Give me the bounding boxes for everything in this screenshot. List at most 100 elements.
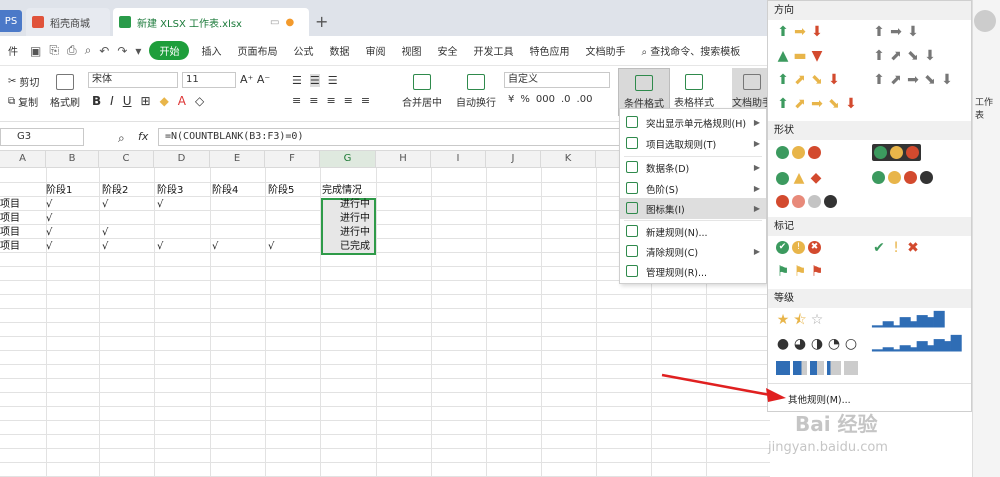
dropdown-icon[interactable]: ▾ bbox=[131, 44, 145, 58]
col-header-b[interactable]: B bbox=[46, 151, 99, 168]
increase-decimal-icon[interactable]: .0 bbox=[561, 94, 571, 105]
menu-new-rule[interactable]: 新建规则(N)... bbox=[620, 221, 766, 242]
cell-d6[interactable]: √ bbox=[157, 239, 163, 254]
cell-c2[interactable]: 阶段2 bbox=[102, 183, 128, 198]
cell-g2[interactable]: 完成情况 bbox=[322, 183, 362, 198]
cell-a4[interactable]: 项目 bbox=[0, 211, 20, 226]
cell-g4[interactable]: 进行中 bbox=[340, 211, 370, 226]
border-icon[interactable]: ⊞ bbox=[141, 94, 151, 108]
col-header-i[interactable]: I bbox=[431, 151, 486, 168]
cell-g5[interactable]: 进行中 bbox=[340, 225, 370, 240]
cell-b3[interactable]: √ bbox=[46, 197, 52, 212]
cell-g6[interactable]: 已完成 bbox=[340, 239, 370, 254]
copy-button[interactable]: ⧉ 复制 bbox=[8, 94, 38, 109]
iconset-3-arrows-gray[interactable]: ⬆ ➡ ⬇ bbox=[872, 25, 920, 39]
more-rules-link[interactable]: 其他规则(M)... bbox=[788, 392, 851, 406]
col-header-j[interactable]: J bbox=[486, 151, 541, 168]
font-family-select[interactable]: 宋体 bbox=[88, 72, 178, 88]
menu-insert[interactable]: 插入 bbox=[193, 43, 229, 58]
align-middle-icon[interactable]: ☰ bbox=[309, 74, 320, 87]
percent-button[interactable]: % bbox=[520, 94, 530, 105]
cut-button[interactable]: ✂ 剪切 bbox=[8, 74, 39, 89]
col-header-c[interactable]: C bbox=[99, 151, 154, 168]
export-icon[interactable]: ⎘ bbox=[45, 43, 63, 58]
menu-features[interactable]: 特色应用 bbox=[521, 43, 577, 58]
col-header-g[interactable]: G bbox=[320, 151, 376, 168]
format-painter-button[interactable]: 格式刷 bbox=[50, 74, 80, 109]
menu-data[interactable]: 数据 bbox=[321, 43, 357, 58]
align-top-icon[interactable]: ☰ bbox=[292, 74, 302, 87]
menu-manage-rules[interactable]: 管理规则(R)... bbox=[620, 261, 766, 282]
align-right-icon[interactable]: ≡ bbox=[326, 94, 335, 107]
iconset-5-ratings[interactable]: ▁▂ ▁▃ ▂▅ ▃▆ ▅█ bbox=[872, 337, 962, 351]
menu-developer[interactable]: 开发工具 bbox=[465, 43, 521, 58]
col-header-d[interactable]: D bbox=[154, 151, 210, 168]
distribute-icon[interactable]: ≡ bbox=[361, 94, 370, 107]
col-header-h[interactable]: H bbox=[376, 151, 431, 168]
iconset-5-quarters[interactable]: ● ◕ ◑ ◔ ○ bbox=[776, 337, 858, 351]
iconset-red-to-black[interactable] bbox=[776, 195, 837, 208]
new-tab-icon[interactable]: + bbox=[315, 12, 328, 31]
menu-security[interactable]: 安全 bbox=[429, 43, 465, 58]
fill-color-icon[interactable]: ◆ bbox=[160, 94, 169, 108]
iconset-4-arrows-colored[interactable]: ⬆ ⬈ ⬊ ⬇ bbox=[776, 73, 841, 87]
monitor-icon[interactable]: ▭ bbox=[270, 17, 279, 28]
merge-center-button[interactable]: 合并居中 bbox=[402, 74, 442, 109]
decrease-decimal-icon[interactable]: .00 bbox=[577, 94, 593, 105]
table-style-button[interactable]: 表格样式 bbox=[674, 74, 714, 109]
tab-daoke[interactable]: 稻壳商城 bbox=[26, 8, 110, 36]
cell-b4[interactable]: √ bbox=[46, 211, 52, 226]
cell-b6[interactable]: √ bbox=[46, 239, 52, 254]
zoom-icon[interactable]: ⌕ bbox=[118, 131, 125, 146]
iconset-4-arrows-gray[interactable]: ⬆ ⬈ ⬊ ⬇ bbox=[872, 49, 937, 63]
cell-f2[interactable]: 阶段5 bbox=[268, 183, 294, 198]
cell-e2[interactable]: 阶段4 bbox=[212, 183, 238, 198]
print-icon[interactable]: ⎙ bbox=[63, 43, 81, 58]
font-color-icon[interactable]: A bbox=[178, 94, 186, 108]
iconset-4-traffic-lights[interactable] bbox=[872, 171, 933, 184]
cell-d3[interactable]: √ bbox=[157, 197, 163, 212]
cell-d2[interactable]: 阶段3 bbox=[157, 183, 183, 198]
menu-view[interactable]: 视图 bbox=[393, 43, 429, 58]
iconset-4-ratings[interactable]: ▁▃ ▁▅ ▃▆ ▅█ bbox=[872, 313, 945, 327]
redo-icon[interactable]: ↷ bbox=[113, 44, 131, 58]
name-box[interactable]: G3 bbox=[0, 128, 84, 146]
iconset-3-traffic-lights-rimmed[interactable] bbox=[872, 144, 921, 161]
menu-page-layout[interactable]: 页面布局 bbox=[229, 43, 285, 58]
col-header-e[interactable]: E bbox=[210, 151, 265, 168]
align-left-icon[interactable]: ≡ bbox=[292, 94, 301, 107]
italic-icon[interactable]: I bbox=[110, 94, 114, 108]
save-icon[interactable]: ▣ bbox=[26, 44, 45, 58]
cell-c3[interactable]: √ bbox=[102, 197, 108, 212]
preview-icon[interactable]: ⌕ bbox=[81, 43, 96, 58]
menu-clear-rules[interactable]: 清除规则(C) ▶ bbox=[620, 241, 766, 262]
search-command[interactable]: ⌕ 查找命令、搜索模板 bbox=[633, 43, 748, 58]
menu-formulas[interactable]: 公式 bbox=[285, 43, 321, 58]
menu-color-scales[interactable]: 色阶(S) ▶ bbox=[620, 178, 766, 199]
tab-file[interactable]: 新建 XLSX 工作表.xlsx ▭ ● bbox=[113, 8, 309, 36]
align-center-icon[interactable]: ≡ bbox=[309, 94, 318, 107]
iconset-3-symbols-circled[interactable]: ✔! ✖ bbox=[776, 241, 821, 254]
tab-wps[interactable]: PS bbox=[0, 10, 22, 32]
worksheet-button[interactable]: 工作表 bbox=[975, 95, 1000, 121]
cell-a6[interactable]: 项目 bbox=[0, 239, 20, 254]
menu-top-bottom-rules[interactable]: 项目选取规则(T) ▶ bbox=[620, 133, 766, 154]
iconset-3-triangles[interactable]: ▲ ▬ ▼ bbox=[776, 49, 824, 63]
justify-icon[interactable]: ≡ bbox=[344, 94, 353, 107]
cell-g3[interactable]: 进行中 bbox=[340, 197, 370, 212]
number-format-select[interactable]: 自定义 bbox=[504, 72, 610, 88]
cell-c6[interactable]: √ bbox=[102, 239, 108, 254]
cell-b2[interactable]: 阶段1 bbox=[46, 183, 72, 198]
cell-e6[interactable]: √ bbox=[212, 239, 218, 254]
cell-f6[interactable]: √ bbox=[268, 239, 274, 254]
cell-c5[interactable]: √ bbox=[102, 225, 108, 240]
iconset-5-boxes[interactable] bbox=[776, 361, 858, 375]
menu-highlight-rules[interactable]: 突出显示单元格规则(H) ▶ bbox=[620, 112, 766, 133]
wrap-text-button[interactable]: 自动换行 bbox=[456, 74, 496, 109]
undo-icon[interactable]: ↶ bbox=[95, 44, 113, 58]
iconset-3-traffic-lights[interactable] bbox=[776, 146, 821, 159]
fx-icon[interactable]: fx bbox=[138, 130, 148, 143]
iconset-3-signs[interactable]: ▲ ◆ bbox=[776, 171, 823, 185]
currency-icon[interactable]: ¥ bbox=[508, 94, 514, 105]
col-header-f[interactable]: F bbox=[265, 151, 320, 168]
